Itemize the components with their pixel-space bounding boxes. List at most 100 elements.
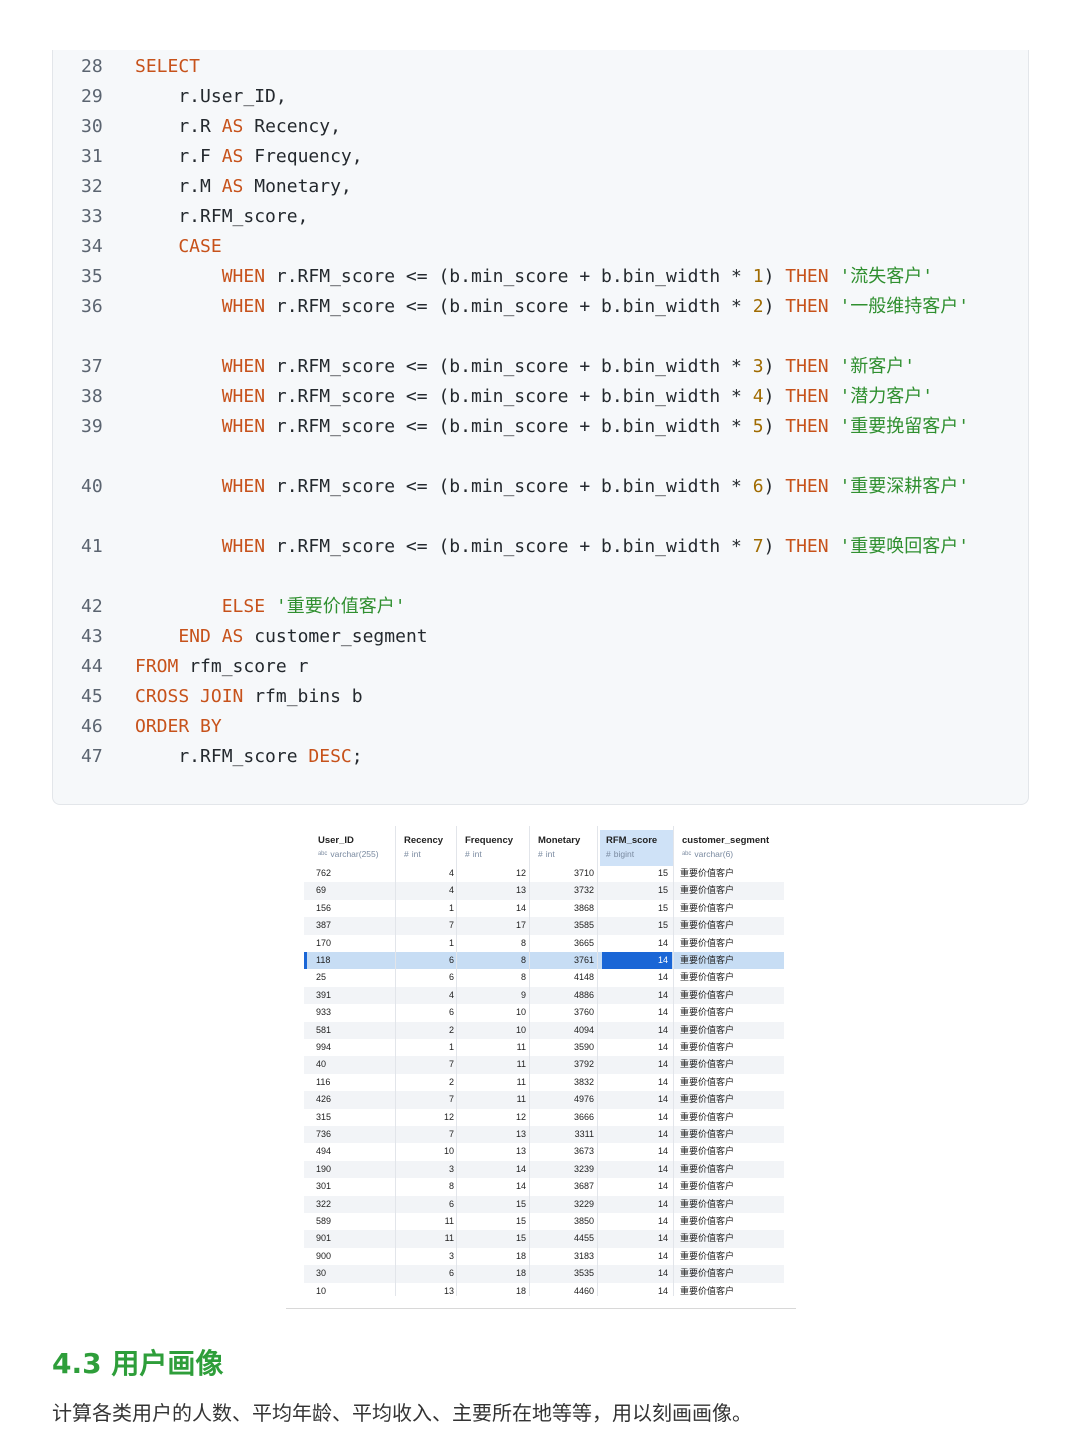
table-row[interactable]: 589 11 15 3850 14 重要价值客户	[304, 1213, 784, 1230]
table-cell-frequency[interactable]: 18	[460, 1283, 526, 1300]
table-cell-rfm_score[interactable]: 14	[602, 1248, 672, 1265]
table-cell-customer_segment[interactable]: 重要价值客户	[680, 987, 734, 1004]
table-cell-customer_segment[interactable]: 重要价值客户	[680, 882, 734, 899]
table-cell-monetary[interactable]: 3673	[532, 1143, 594, 1160]
table-cell-user_id[interactable]: 581	[316, 1022, 331, 1039]
table-cell-recency[interactable]: 10	[400, 1143, 454, 1160]
table-cell-rfm_score[interactable]: 14	[602, 1178, 672, 1195]
table-cell-recency[interactable]: 3	[400, 1248, 454, 1265]
table-cell-user_id[interactable]: 387	[316, 917, 331, 934]
table-cell-user_id[interactable]: 900	[316, 1248, 331, 1265]
table-cell-frequency[interactable]: 15	[460, 1230, 526, 1247]
table-cell-monetary[interactable]: 3850	[532, 1213, 594, 1230]
table-cell-customer_segment[interactable]: 重要价值客户	[680, 1091, 734, 1108]
table-cell-monetary[interactable]: 4455	[532, 1230, 594, 1247]
table-cell-frequency[interactable]: 11	[460, 1091, 526, 1108]
table-cell-rfm_score[interactable]: 14	[602, 1022, 672, 1039]
table-cell-frequency[interactable]: 8	[460, 952, 526, 969]
table-cell-rfm_score[interactable]: 14	[602, 1091, 672, 1108]
table-cell-monetary[interactable]: 3183	[532, 1248, 594, 1265]
table-cell-monetary[interactable]: 4460	[532, 1283, 594, 1300]
table-cell-user_id[interactable]: 762	[316, 865, 331, 882]
table-cell-rfm_score[interactable]: 14	[602, 1074, 672, 1091]
table-cell-monetary[interactable]: 4976	[532, 1091, 594, 1108]
table-cell-rfm_score[interactable]: 14	[602, 1109, 672, 1126]
table-cell-customer_segment[interactable]: 重要价值客户	[680, 1022, 734, 1039]
table-cell-customer_segment[interactable]: 重要价值客户	[680, 1039, 734, 1056]
table-cell-customer_segment[interactable]: 重要价值客户	[680, 935, 734, 952]
table-row[interactable]: 426 7 11 4976 14 重要价值客户	[304, 1091, 784, 1109]
table-cell-user_id[interactable]: 116	[316, 1074, 330, 1091]
table-cell-customer_segment[interactable]: 重要价值客户	[680, 917, 734, 934]
table-row[interactable]: 118 6 8 3761 14 重要价值客户	[304, 952, 784, 970]
table-cell-recency[interactable]: 4	[400, 882, 454, 899]
table-cell-customer_segment[interactable]: 重要价值客户	[680, 1109, 734, 1126]
table-cell-monetary[interactable]: 3792	[532, 1056, 594, 1073]
table-cell-frequency[interactable]: 11	[460, 1074, 526, 1091]
table-cell-user_id[interactable]: 736	[316, 1126, 331, 1143]
table-cell-recency[interactable]: 2	[400, 1074, 454, 1091]
table-cell-recency[interactable]: 13	[400, 1283, 454, 1300]
table-cell-frequency[interactable]: 13	[460, 882, 526, 899]
table-cell-recency[interactable]: 11	[400, 1213, 454, 1230]
table-cell-user_id[interactable]: 69	[316, 882, 326, 899]
table-row[interactable]: 494 10 13 3673 14 重要价值客户	[304, 1143, 784, 1160]
table-cell-recency[interactable]: 1	[400, 1039, 454, 1056]
table-cell-monetary[interactable]: 3666	[532, 1109, 594, 1126]
table-cell-rfm_score[interactable]: 14	[602, 1213, 672, 1230]
table-cell-monetary[interactable]: 3585	[532, 917, 594, 934]
table-row[interactable]: 69 4 13 3732 15 重要价值客户	[304, 882, 784, 900]
table-cell-customer_segment[interactable]: 重要价值客户	[680, 1126, 734, 1143]
table-cell-customer_segment[interactable]: 重要价值客户	[680, 1230, 734, 1247]
table-cell-user_id[interactable]: 25	[316, 969, 326, 986]
table-row[interactable]: 315 12 12 3666 14 重要价值客户	[304, 1109, 784, 1126]
table-cell-customer_segment[interactable]: 重要价值客户	[680, 1196, 734, 1213]
table-cell-monetary[interactable]: 3311	[532, 1126, 594, 1143]
table-cell-frequency[interactable]: 11	[460, 1039, 526, 1056]
table-cell-recency[interactable]: 6	[400, 1265, 454, 1282]
column-header-rfm_score[interactable]: RFM_score # bigint	[600, 830, 674, 866]
column-header-frequency[interactable]: Frequency # int	[459, 830, 529, 866]
table-row[interactable]: 40 7 11 3792 14 重要价值客户	[304, 1056, 784, 1074]
table-cell-monetary[interactable]: 3732	[532, 882, 594, 899]
table-cell-frequency[interactable]: 13	[460, 1126, 526, 1143]
table-cell-rfm_score[interactable]: 14	[602, 1196, 672, 1213]
table-cell-customer_segment[interactable]: 重要价值客户	[680, 900, 734, 917]
table-cell-customer_segment[interactable]: 重要价值客户	[680, 1074, 734, 1091]
table-row[interactable]: 933 6 10 3760 14 重要价值客户	[304, 1004, 784, 1021]
table-cell-frequency[interactable]: 13	[460, 1143, 526, 1160]
table-cell-frequency[interactable]: 10	[460, 1022, 526, 1039]
table-cell-monetary[interactable]: 3761	[532, 952, 594, 969]
table-cell-frequency[interactable]: 12	[460, 1109, 526, 1126]
table-cell-frequency[interactable]: 10	[460, 1004, 526, 1021]
table-cell-rfm_score[interactable]: 14	[602, 952, 672, 970]
table-cell-recency[interactable]: 7	[400, 917, 454, 934]
table-cell-recency[interactable]: 11	[400, 1230, 454, 1247]
table-cell-frequency[interactable]: 8	[460, 969, 526, 986]
table-row[interactable]: 301 8 14 3687 14 重要价值客户	[304, 1178, 784, 1195]
table-cell-rfm_score[interactable]: 14	[602, 1283, 672, 1300]
table-cell-frequency[interactable]: 9	[460, 987, 526, 1004]
table-cell-user_id[interactable]: 589	[316, 1213, 331, 1230]
table-row[interactable]: 116 2 11 3832 14 重要价值客户	[304, 1074, 784, 1091]
table-row[interactable]: 30 6 18 3535 14 重要价值客户	[304, 1265, 784, 1283]
table-cell-monetary[interactable]: 3535	[532, 1265, 594, 1282]
table-cell-customer_segment[interactable]: 重要价值客户	[680, 1056, 734, 1073]
table-cell-frequency[interactable]: 14	[460, 1178, 526, 1195]
table-cell-user_id[interactable]: 315	[316, 1109, 331, 1126]
table-cell-rfm_score[interactable]: 14	[602, 987, 672, 1004]
table-cell-user_id[interactable]: 30	[316, 1265, 326, 1282]
table-row[interactable]: 387 7 17 3585 15 重要价值客户	[304, 917, 784, 935]
column-header-monetary[interactable]: Monetary # int	[532, 830, 598, 866]
table-cell-recency[interactable]: 1	[400, 935, 454, 952]
table-row[interactable]: 25 6 8 4148 14 重要价值客户	[304, 969, 784, 986]
table-cell-rfm_score[interactable]: 14	[602, 1004, 672, 1021]
table-cell-recency[interactable]: 8	[400, 1178, 454, 1195]
table-cell-frequency[interactable]: 14	[460, 1161, 526, 1178]
table-cell-monetary[interactable]: 3832	[532, 1074, 594, 1091]
table-cell-monetary[interactable]: 4148	[532, 969, 594, 986]
table-cell-monetary[interactable]: 3868	[532, 900, 594, 917]
table-cell-user_id[interactable]: 901	[316, 1230, 331, 1247]
table-cell-user_id[interactable]: 301	[316, 1178, 331, 1195]
table-cell-frequency[interactable]: 18	[460, 1265, 526, 1282]
